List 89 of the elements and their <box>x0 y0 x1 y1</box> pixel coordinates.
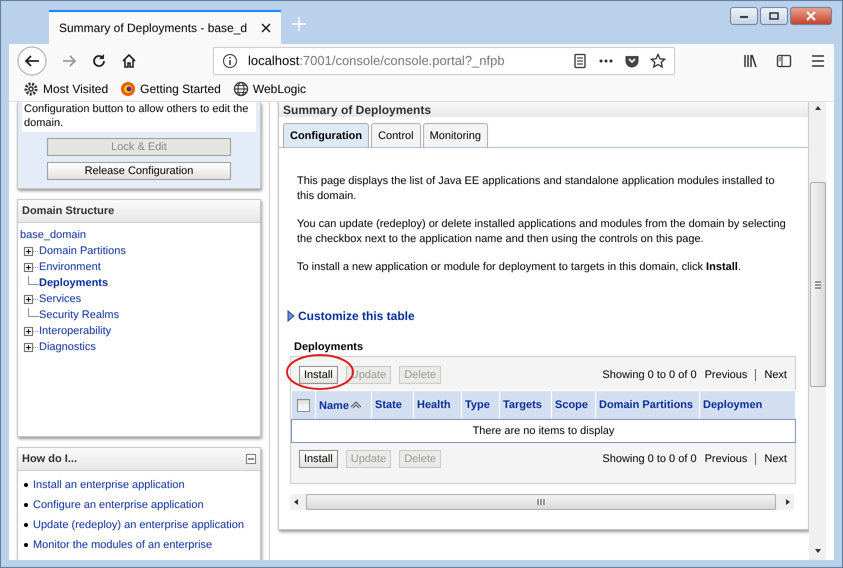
close-icon <box>261 23 271 33</box>
column-header[interactable]: Deploymen <box>700 390 796 420</box>
column-header[interactable]: Type <box>462 390 500 420</box>
help-link[interactable]: Configure an enterprise application <box>33 495 204 515</box>
library-icon <box>742 52 758 68</box>
back-button[interactable] <box>17 46 47 76</box>
help-link[interactable]: Update (redeploy) an enterprise application <box>33 515 244 535</box>
panel-title: How do I... <box>22 453 77 465</box>
horizontal-scrollbar[interactable] <box>290 494 794 510</box>
description-text: This page displays the list of Java EE applications and standalone application modules installed to this domain. <box>297 174 776 204</box>
next-link[interactable]: Next <box>764 369 787 381</box>
forward-arrow-icon <box>61 52 77 68</box>
close-icon <box>806 11 816 21</box>
home-icon <box>121 52 137 68</box>
sidebar-button[interactable] <box>776 52 792 68</box>
column-header[interactable]: State <box>372 390 414 420</box>
customize-table-link[interactable]: Customize this table <box>287 309 794 323</box>
maximize-icon <box>769 12 779 20</box>
vertical-scrollbar[interactable] <box>809 102 826 560</box>
reload-button[interactable] <box>91 52 107 68</box>
menu-button[interactable] <box>810 52 826 68</box>
sort-icon <box>348 398 363 408</box>
tree-item-link[interactable]: Services <box>39 293 82 305</box>
tab[interactable]: Control <box>371 123 421 147</box>
tree-item-link[interactable]: Diagnostics <box>39 341 96 353</box>
library-button[interactable] <box>742 52 758 68</box>
select-all-checkbox[interactable] <box>297 398 310 412</box>
bullet-icon <box>24 543 28 547</box>
column-header[interactable]: Domain Partitions <box>596 390 700 420</box>
tree-root-link[interactable]: base_domain <box>20 227 258 243</box>
previous-link[interactable]: Previous <box>704 369 748 381</box>
bullet-icon <box>24 503 28 507</box>
column-header[interactable]: Scope <box>552 390 596 420</box>
globe-icon <box>232 81 249 97</box>
description-text: To install a new application or module for deployment to targets in this domain, click Install. <box>297 260 742 275</box>
previous-link[interactable]: Previous <box>704 453 748 465</box>
grip-icon <box>537 499 545 505</box>
panel-header: Summary of Deployments <box>279 102 808 117</box>
tree-item-link[interactable]: Environment <box>39 261 101 273</box>
plus-icon <box>291 16 307 32</box>
tree-item-link[interactable]: Domain Partitions <box>39 245 126 257</box>
tab[interactable]: Monitoring <box>422 123 488 147</box>
help-link[interactable]: Install an enterprise application <box>33 475 185 495</box>
column-header[interactable]: Health <box>414 390 462 420</box>
empty-message: There are no items to display <box>292 420 796 442</box>
tab[interactable]: Configuration <box>283 123 370 147</box>
paging-status: Showing 0 to 0 of 0 <box>602 369 697 381</box>
paging-status: Showing 0 to 0 of 0 <box>602 453 697 465</box>
collapse-icon <box>246 454 256 464</box>
close-button[interactable] <box>790 7 832 25</box>
address-bar[interactable]: localhost:7001/console/console.portal?_nfpb <box>213 46 675 74</box>
forward-button[interactable] <box>61 52 77 68</box>
panel-header: Domain Structure <box>18 200 260 223</box>
star-icon <box>650 52 666 68</box>
grip-icon <box>814 280 820 288</box>
tree-item-link[interactable]: Deployments <box>39 277 108 289</box>
bullet-icon <box>24 483 28 487</box>
help-link[interactable]: Monitor the modules of an enterprise <box>33 535 212 555</box>
triangle-icon <box>287 310 295 322</box>
home-button[interactable] <box>121 52 137 68</box>
tab-title: Summary of Deployments - base_d <box>59 21 248 35</box>
bookmark-link[interactable]: Getting Started <box>120 81 221 97</box>
gear-icon <box>23 81 39 97</box>
menu-icon <box>810 52 826 68</box>
column-header[interactable]: Name <box>316 390 372 420</box>
reload-icon <box>91 52 107 68</box>
sidebar-icon <box>776 52 792 68</box>
maximize-button[interactable] <box>760 7 788 25</box>
bullet-icon <box>24 523 28 527</box>
bookmark-link[interactable]: Most Visited <box>23 81 108 97</box>
column-header[interactable]: Targets <box>500 390 552 420</box>
tree-item-link[interactable]: Interoperability <box>39 325 112 337</box>
reader-view-icon <box>572 52 588 68</box>
url-text: localhost:7001/console/console.portal?_nfpb <box>248 53 506 68</box>
browser-tab[interactable]: Summary of Deployments - base_d <box>49 10 281 44</box>
section-title: Deployments <box>294 341 364 353</box>
bookmark-link[interactable]: WebLogic <box>232 81 306 97</box>
release-configuration-button[interactable]: Release Configuration <box>47 162 231 180</box>
next-link[interactable]: Next <box>764 453 787 465</box>
firefox-logo-icon <box>120 81 136 97</box>
info-icon <box>222 52 238 68</box>
description-text: You can update (redeploy) or delete installed applications and modules from the domain by selecting the checkbox next to the application name and then using the controls on this page. <box>297 217 787 247</box>
install-button[interactable]: Install <box>299 366 338 384</box>
minimize-button[interactable] <box>730 7 758 25</box>
instruction-text: Configuration button to allow others to edit the domain. <box>22 102 256 132</box>
more-icon <box>598 58 614 62</box>
tree-item-link[interactable]: Security Realms <box>39 309 120 321</box>
install-button[interactable]: Install <box>299 450 338 468</box>
minimize-icon <box>739 13 749 19</box>
